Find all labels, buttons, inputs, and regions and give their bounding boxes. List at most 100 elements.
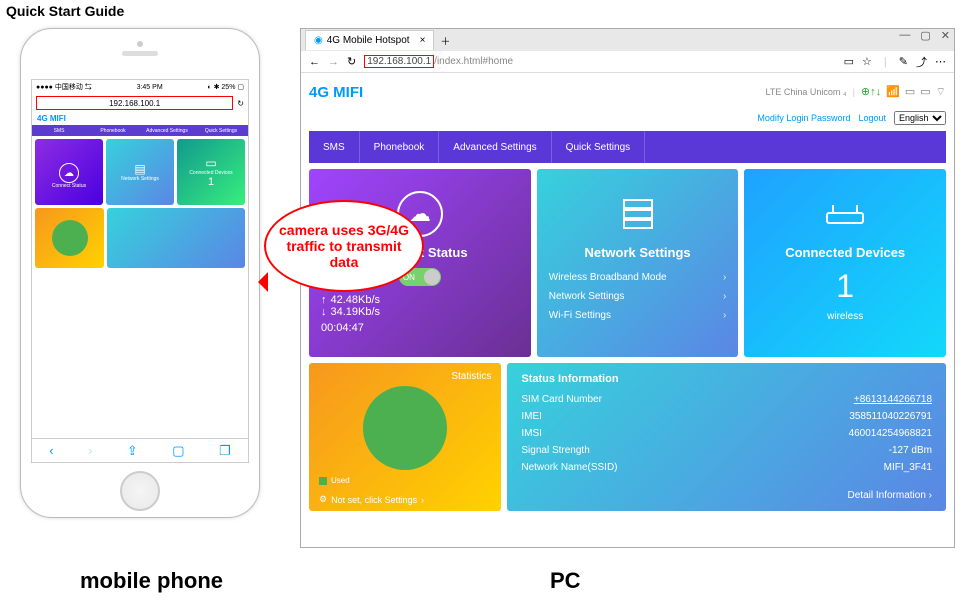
router-icon: ▭ (205, 156, 216, 170)
pc-browser-window: ◉ 4G Mobile Hotspot × ＋ — ▢ ✕ ← → ↻ 192.… (300, 28, 955, 548)
phone-mockup: ●●●● 中国移动 ⇆ 3:45 PM ◐ ✱ 25% ▢ ↻ 4G MIFI … (20, 28, 260, 518)
list-item[interactable]: Network Settings› (549, 287, 727, 306)
reload-icon[interactable]: ↻ (347, 55, 356, 68)
callout-bubble: camera uses 3G/4G traffic to transmit da… (264, 200, 424, 292)
tabs-icon[interactable]: ❐ (219, 443, 231, 459)
sim-icon[interactable]: ▭ (905, 85, 915, 99)
tab-label: 4G Mobile Hotspot (327, 35, 410, 46)
status-bar: ●●●● 中国移动 ⇆ 3:45 PM ◐ ✱ 25% ▢ (32, 80, 248, 94)
logout-link[interactable]: Logout (858, 113, 886, 123)
reading-icon[interactable]: ▭ (844, 55, 854, 68)
pie-chart-icon (363, 386, 447, 470)
pie-chart-icon (52, 220, 88, 256)
favicon-icon: ◉ (314, 35, 323, 46)
card-title: Status Information (521, 373, 932, 385)
info-row: Signal Strength-127 dBm (521, 442, 932, 459)
forward-icon[interactable]: → (328, 56, 339, 68)
forward-icon[interactable]: › (88, 443, 92, 458)
duration: 00:04:47 (321, 322, 519, 334)
modify-password-link[interactable]: Modify Login Password (757, 113, 850, 123)
chevron-right-icon: › (421, 495, 424, 505)
settings-label: Not set, click Settings (331, 495, 417, 505)
share-icon[interactable]: ⤴ (916, 54, 927, 70)
nav-item[interactable]: Phonebook (86, 125, 140, 136)
close-tab-icon[interactable]: × (420, 35, 426, 46)
card-connected-devices[interactable]: Connected Devices 1 wireless (744, 169, 946, 357)
card-status-information[interactable]: Status Information SIM Card Number+86131… (507, 363, 946, 511)
reload-icon[interactable]: ↻ (237, 99, 244, 108)
legend-label: Used (331, 476, 350, 485)
nav-quick[interactable]: Quick Settings (552, 131, 645, 163)
callout-text: camera uses 3G/4G traffic to transmit da… (276, 222, 412, 270)
logo-pc: 4G MIFI (309, 84, 363, 101)
detail-link[interactable]: Detail Information › (521, 490, 932, 501)
info-row: IMSI460014254968821 (521, 425, 932, 442)
url-field[interactable]: 192.168.100.1/index.html#home (364, 56, 835, 67)
nav-phonebook[interactable]: Phonebook (360, 131, 440, 163)
card-title: Connected Devices (785, 245, 905, 260)
globe-icon[interactable]: ⊕↑↓ (861, 85, 881, 99)
close-icon[interactable]: ✕ (941, 29, 950, 42)
sim-number-link[interactable]: +8613144266718 (854, 394, 932, 405)
language-select[interactable]: English (894, 111, 946, 125)
card-label: Network Settings (121, 176, 159, 182)
cloud-icon: ☁ (59, 163, 79, 183)
wifi-icon[interactable]: ⌔ (936, 85, 946, 99)
card-statistics-m[interactable] (35, 208, 104, 268)
url-input-mobile[interactable] (36, 96, 233, 110)
page-body: 4G MIFI LTE China Unicom ₄ | ⊕↑↓ 📶 ▭ ▭ ⌔… (301, 73, 954, 547)
nav-item[interactable]: Advanced Settings (140, 125, 194, 136)
card-statistics[interactable]: Statistics Used ⚙ Not set, click Setting… (309, 363, 501, 511)
card-connect-status-m[interactable]: ☁ Connect Status (35, 139, 103, 205)
home-button[interactable] (120, 471, 160, 511)
star-icon[interactable]: ☆ (862, 55, 872, 68)
notes-icon[interactable]: ✎ (899, 55, 908, 68)
list-item[interactable]: Wi-Fi Settings› (549, 306, 727, 325)
card-status-info-m[interactable] (107, 208, 245, 268)
browser-tab[interactable]: ◉ 4G Mobile Hotspot × (305, 30, 434, 50)
battery-label: ◐ ✱ 25% ▢ (207, 83, 244, 91)
device-count: 1 (836, 268, 854, 305)
cards-row2: Statistics Used ⚙ Not set, click Setting… (309, 363, 946, 511)
window-controls: — ▢ ✕ (899, 29, 950, 42)
page-header: 4G MIFI LTE China Unicom ₄ | ⊕↑↓ 📶 ▭ ▭ ⌔ (309, 73, 946, 111)
card-label: Connect Status (52, 183, 86, 189)
safari-address-bar: ↻ (32, 94, 248, 112)
back-icon[interactable]: ← (309, 56, 320, 68)
legend: Used (319, 476, 350, 485)
signal-icon[interactable]: 📶 (886, 85, 900, 99)
info-row: SIM Card Number+8613144266718 (521, 391, 932, 408)
share-icon[interactable]: ⇪ (127, 443, 138, 459)
bookmarks-icon[interactable]: ▢ (172, 443, 184, 459)
nav-item[interactable]: SMS (32, 125, 86, 136)
nav-item[interactable]: Quick Settings (194, 125, 248, 136)
settings-link[interactable]: ⚙ Not set, click Settings › (319, 494, 424, 505)
gear-icon: ⚙ (319, 494, 327, 505)
card-connected-devices-m[interactable]: ▭ Connected Devices 1 (177, 139, 245, 205)
card-title: Statistics (319, 371, 491, 382)
card-value: 1 (208, 176, 214, 188)
cards-row2-mobile (32, 208, 248, 268)
server-icon: ▤ (134, 162, 145, 176)
label-pc: PC (550, 568, 581, 594)
carrier-label: ●●●● 中国移动 ⇆ (36, 82, 92, 92)
tab-bar: ◉ 4G Mobile Hotspot × ＋ — ▢ ✕ (301, 29, 954, 51)
back-icon[interactable]: ‹ (49, 443, 53, 458)
chevron-right-icon: › (723, 272, 726, 283)
legend-swatch (319, 477, 327, 485)
new-tab-icon[interactable]: ＋ (440, 33, 450, 48)
router-icon (822, 191, 868, 237)
list-item[interactable]: Wireless Broadband Mode› (549, 268, 727, 287)
nav-advanced[interactable]: Advanced Settings (439, 131, 551, 163)
time-label: 3:45 PM (137, 84, 163, 91)
address-bar: ← → ↻ 192.168.100.1/index.html#home ▭ ☆ … (301, 51, 954, 73)
minimize-icon[interactable]: — (899, 29, 910, 42)
more-icon[interactable]: ⋯ (935, 55, 946, 68)
url-path: /index.html#home (434, 56, 513, 67)
cards-grid-mobile: ☁ Connect Status ▤ Network Settings ▭ Co… (32, 136, 248, 208)
card-network-settings[interactable]: Network Settings Wireless Broadband Mode… (537, 169, 739, 357)
maximize-icon[interactable]: ▢ (920, 29, 930, 42)
card-network-settings-m[interactable]: ▤ Network Settings (106, 139, 174, 205)
nav-sms[interactable]: SMS (309, 131, 360, 163)
battery-icon[interactable]: ▭ (920, 85, 930, 99)
